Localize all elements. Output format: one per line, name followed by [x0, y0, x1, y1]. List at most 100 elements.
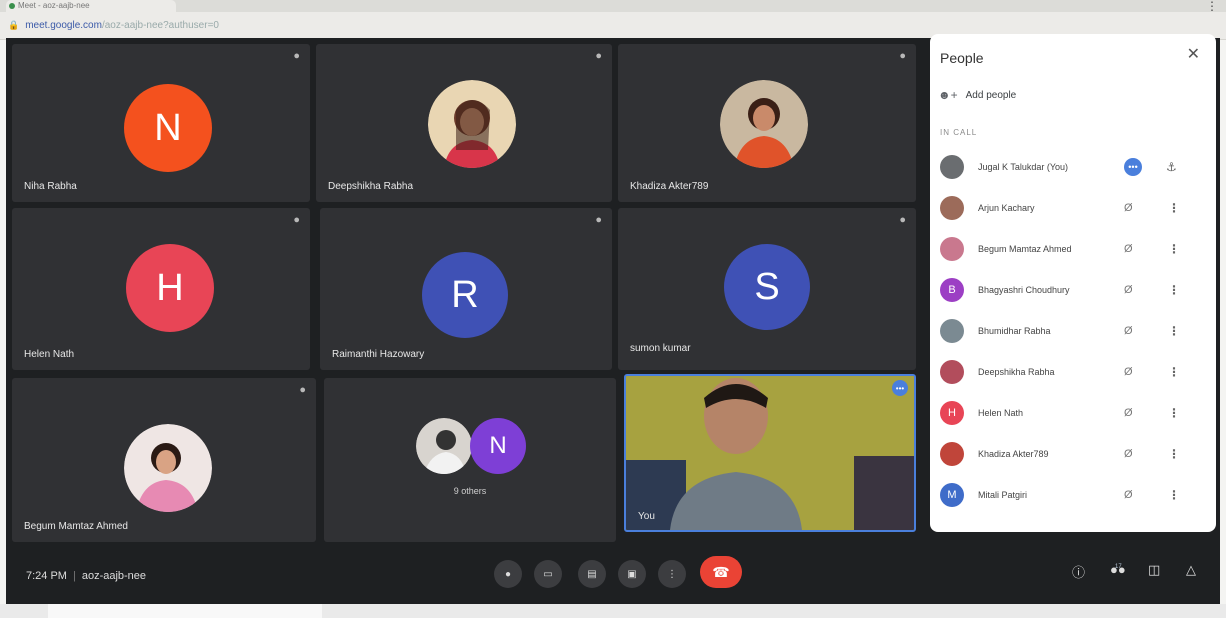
participant-name: Deepshikha Rabha: [328, 181, 414, 192]
avatar: N: [470, 418, 526, 474]
mic-muted-icon: ●: [595, 214, 602, 226]
avatar: [940, 195, 964, 220]
meeting-info: 7:24 PM | aoz-aajb-nee: [26, 570, 146, 582]
more-vert-icon[interactable]: ⋮: [1168, 201, 1180, 215]
browser-tab[interactable]: Meet - aoz-aajb-nee: [6, 0, 176, 12]
more-options-button[interactable]: ⋮: [658, 560, 686, 588]
mic-muted-icon: ●: [293, 214, 300, 226]
url-host: meet.google.com: [25, 20, 102, 31]
participant-name: sumon kumar: [630, 343, 691, 354]
add-people-button[interactable]: ☻+ Add people: [938, 86, 1016, 104]
more-options-icon[interactable]: •••: [892, 380, 908, 396]
person-name: Bhumidhar Rabha: [978, 325, 1051, 336]
hang-up-icon: ☎: [712, 563, 730, 580]
pin-icon[interactable]: ⚓: [1166, 160, 1177, 174]
leave-call-button[interactable]: ☎: [700, 556, 742, 588]
participant-name: Helen Nath: [24, 349, 75, 360]
avatar: [940, 441, 964, 466]
more-vert-icon[interactable]: ⋮: [1168, 324, 1180, 338]
mic-muted-icon: ●: [899, 214, 906, 226]
add-people-label: Add people: [965, 89, 1017, 101]
taskbar: [0, 604, 1226, 618]
participant-name: Raimanthi Hazowary: [332, 349, 425, 360]
list-item[interactable]: Arjun Kachary Ø ⋮: [930, 187, 1216, 228]
mic-muted-icon: Ø: [1124, 242, 1133, 255]
mic-muted-icon: ●: [293, 50, 300, 62]
lock-icon: 🔒: [8, 20, 20, 30]
list-item[interactable]: H Helen Nath Ø ⋮: [930, 392, 1216, 433]
list-item[interactable]: Jugal K Talukdar (You) ••• ⚓: [930, 146, 1216, 187]
avatar: [940, 154, 964, 179]
mic-muted-icon: ●: [299, 384, 306, 396]
list-item[interactable]: M Mitali Patgiri Ø ⋮: [930, 474, 1216, 515]
participant-tile[interactable]: ● Khadiza Akter789: [618, 44, 916, 202]
more-vert-icon[interactable]: ⋮: [1168, 242, 1180, 256]
tab-title: Meet - aoz-aajb-nee: [18, 1, 90, 10]
self-video: [626, 376, 914, 530]
person-name: Arjun Kachary: [978, 202, 1035, 213]
info-icon[interactable]: ⓘ: [1072, 562, 1085, 581]
list-item[interactable]: Bhumidhar Rabha Ø ⋮: [930, 310, 1216, 351]
avatar: B: [940, 277, 964, 302]
taskbar-segment: [48, 604, 322, 618]
close-icon[interactable]: ✕: [1187, 44, 1200, 64]
microphone-button[interactable]: ●: [494, 560, 522, 588]
mic-muted-icon: ●: [899, 50, 906, 62]
participant-tile[interactable]: ● Begum Mamtaz Ahmed: [12, 378, 316, 542]
mic-muted-icon: ●: [595, 50, 602, 62]
more-vert-icon[interactable]: ⋮: [1168, 447, 1180, 461]
more-vert-icon[interactable]: ⋮: [1168, 406, 1180, 420]
avatar: S: [724, 244, 810, 330]
url-path: /aoz-aajb-nee?authuser=0: [101, 20, 219, 31]
participant-tile[interactable]: N 9 others: [324, 378, 616, 542]
person-name: Mitali Patgiri: [978, 489, 1028, 500]
people-list: Jugal K Talukdar (You) ••• ⚓ Arjun Kacha…: [930, 146, 1216, 515]
captions-button[interactable]: ▤: [578, 560, 606, 588]
captions-icon: ▤: [587, 568, 597, 580]
meet-favicon-icon: [9, 3, 15, 9]
avatar: H: [940, 400, 964, 425]
more-options-icon[interactable]: •••: [1124, 157, 1142, 176]
list-item[interactable]: B Bhagyashri Choudhury Ø ⋮: [930, 269, 1216, 310]
people-panel: People ✕ ☻+ Add people IN CALL Jugal K T…: [930, 34, 1216, 532]
mic-muted-icon: Ø: [1124, 365, 1133, 378]
others-count: 9 others: [453, 486, 487, 496]
avatar: N: [124, 84, 212, 172]
browser-menu-icon[interactable]: ⋮: [1206, 0, 1218, 14]
call-controls-bar: 7:24 PM | aoz-aajb-nee ● ▭ ▤ ▣ ⋮ ☎ ⓘ ●● 17…: [6, 540, 1220, 606]
avatar-photo: [720, 80, 808, 168]
more-vert-icon[interactable]: ⋮: [1168, 365, 1180, 379]
tab-strip: Meet - aoz-aajb-nee: [0, 0, 1226, 12]
present-button[interactable]: ▣: [618, 560, 646, 588]
participant-tile[interactable]: ● N Niha Rabha: [12, 44, 310, 202]
list-item[interactable]: Begum Mamtaz Ahmed Ø ⋮: [930, 228, 1216, 269]
mic-muted-icon: Ø: [1124, 406, 1133, 419]
address-bar[interactable]: 🔒 meet.google.com/aoz-aajb-nee?authuser=0: [8, 17, 568, 33]
avatar: [940, 236, 964, 261]
list-item[interactable]: Khadiza Akter789 Ø ⋮: [930, 433, 1216, 474]
participant-tile[interactable]: ● R Raimanthi Hazowary: [320, 208, 612, 370]
mic-muted-icon: Ø: [1124, 324, 1133, 337]
people-button[interactable]: ●● 17: [1110, 562, 1126, 577]
person-name: Helen Nath: [978, 407, 1024, 418]
participant-tile[interactable]: ● Deepshikha Rabha: [316, 44, 612, 202]
section-label: IN CALL: [940, 128, 978, 137]
participant-tile[interactable]: ● H Helen Nath: [12, 208, 310, 370]
activities-icon[interactable]: △: [1186, 562, 1196, 578]
more-vert-icon[interactable]: ⋮: [1168, 283, 1180, 297]
self-video-tile[interactable]: ••• You: [624, 374, 916, 532]
participant-tile[interactable]: ● S sumon kumar: [618, 208, 916, 370]
more-vert-icon[interactable]: ⋮: [1168, 488, 1180, 502]
list-item[interactable]: Deepshikha Rabha Ø ⋮: [930, 351, 1216, 392]
clock-time: 7:24 PM: [26, 570, 67, 582]
person-name: Jugal K Talukdar (You): [978, 161, 1069, 172]
camera-icon: ▭: [543, 568, 553, 580]
person-name: Khadiza Akter789: [978, 448, 1049, 459]
avatar: M: [940, 482, 964, 507]
camera-button[interactable]: ▭: [534, 560, 562, 588]
panel-title: People: [940, 50, 984, 66]
avatar-photo: [416, 418, 472, 474]
chat-icon[interactable]: ◫: [1148, 562, 1160, 578]
person-name: Deepshikha Rabha: [978, 366, 1055, 377]
people-count-badge: 17: [1115, 564, 1122, 570]
